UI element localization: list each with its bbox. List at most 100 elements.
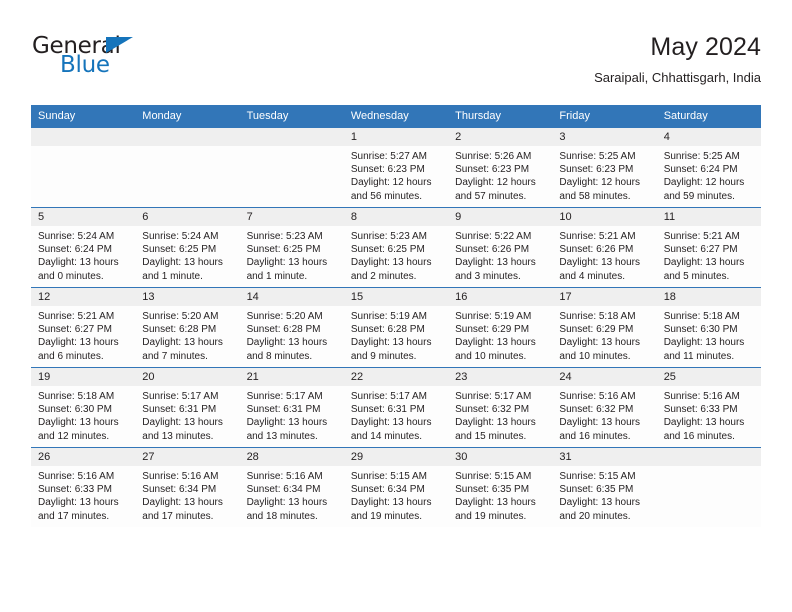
day-details: Sunrise: 5:18 AM Sunset: 6:30 PM Daylight:… [657,306,761,363]
day-details: Sunrise: 5:20 AM Sunset: 6:28 PM Daylight:… [240,306,344,363]
calendar-day[interactable]: 15 Sunrise: 5:19 AM Sunset: 6:28 PM Dayligh… [343,288,449,367]
calendar-cell: 16 Sunrise: 5:19 AM Sunset: 6:29 PM Dayligh… [448,287,553,368]
day-number: 5 [31,208,136,226]
day-number: 25 [656,368,761,386]
sunset-text: Sunset: 6:23 PM [350,164,425,176]
sunrise-text: Sunrise: 5:26 AM [455,151,532,162]
day-details: Sunrise: 5:16 AM Sunset: 6:34 PM Daylight:… [240,466,344,523]
day-number: 24 [552,368,657,386]
daylight-text-line2: and 5 minutes. [663,270,730,282]
sunrise-text: Sunrise: 5:18 AM [559,311,636,322]
sunrise-text: Sunrise: 5:23 AM [350,231,427,242]
daylight-text-line2: and 12 minutes. [38,430,110,442]
daylight-text-line2: and 6 minutes. [38,350,104,362]
calendar-day[interactable]: 31 Sunrise: 5:15 AM Sunset: 6:35 PM Dayligh… [552,448,657,527]
calendar-cell: 18 Sunrise: 5:18 AM Sunset: 6:30 PM Dayligh… [656,287,761,368]
day-number [239,128,344,146]
calendar-day[interactable]: 28 Sunrise: 5:16 AM Sunset: 6:34 PM Dayligh… [239,448,344,527]
calendar-cell: 30 Sunrise: 5:15 AM Sunset: 6:35 PM Dayligh… [448,447,553,527]
daylight-text-line1: Daylight: 13 hours [350,257,432,269]
calendar-day[interactable]: 5 Sunrise: 5:24 AM Sunset: 6:24 PM Daylight… [31,208,136,287]
calendar-cell: 21 Sunrise: 5:17 AM Sunset: 6:31 PM Dayligh… [239,367,344,448]
calendar-day[interactable]: 7 Sunrise: 5:23 AM Sunset: 6:25 PM Daylight… [239,208,344,287]
calendar-day[interactable]: 3 Sunrise: 5:25 AM Sunset: 6:23 PM Daylight… [552,128,657,207]
sunrise-text: Sunrise: 5:27 AM [350,151,427,162]
sunset-text: Sunset: 6:35 PM [455,484,530,496]
day-number: 10 [552,208,657,226]
sunrise-text: Sunrise: 5:18 AM [38,391,115,402]
sunrise-text: Sunrise: 5:21 AM [38,311,115,322]
sunset-text: Sunset: 6:26 PM [455,244,530,256]
calendar-day[interactable]: 21 Sunrise: 5:17 AM Sunset: 6:31 PM Dayligh… [239,368,344,447]
calendar-day[interactable]: 30 Sunrise: 5:15 AM Sunset: 6:35 PM Dayligh… [448,448,553,527]
calendar-day-empty [31,128,136,207]
daylight-text-line2: and 20 minutes. [559,510,631,522]
calendar-cell: 1 Sunrise: 5:27 AM Sunset: 6:23 PM Daylight… [343,127,449,208]
calendar-day[interactable]: 1 Sunrise: 5:27 AM Sunset: 6:23 PM Daylight… [343,128,449,207]
calendar-day[interactable]: 26 Sunrise: 5:16 AM Sunset: 6:33 PM Dayligh… [31,448,136,527]
daylight-text-line2: and 57 minutes. [455,190,527,202]
calendar-cell: 28 Sunrise: 5:16 AM Sunset: 6:34 PM Dayligh… [239,447,344,527]
daylight-text-line1: Daylight: 12 hours [663,177,745,189]
sunset-text: Sunset: 6:27 PM [663,244,738,256]
calendar-day[interactable]: 9 Sunrise: 5:22 AM Sunset: 6:26 PM Daylight… [448,208,553,287]
calendar-day-empty [656,448,761,527]
daylight-text-line2: and 18 minutes. [246,510,318,522]
calendar-cell [656,447,761,527]
sunrise-text: Sunrise: 5:24 AM [142,231,219,242]
sunrise-text: Sunrise: 5:19 AM [350,311,427,322]
calendar-day[interactable]: 18 Sunrise: 5:18 AM Sunset: 6:30 PM Dayligh… [656,288,761,367]
daylight-text-line1: Daylight: 13 hours [38,417,119,429]
calendar-day[interactable]: 11 Sunrise: 5:21 AM Sunset: 6:27 PM Dayligh… [656,208,761,287]
day-details: Sunrise: 5:26 AM Sunset: 6:23 PM Daylight:… [448,146,552,203]
day-details: Sunrise: 5:15 AM Sunset: 6:35 PM Daylight:… [552,466,656,523]
sunrise-text: Sunrise: 5:16 AM [38,471,115,482]
sunset-text: Sunset: 6:34 PM [142,484,217,496]
general-blue-logo[interactable]: General Blue [31,32,181,84]
calendar-cell: 20 Sunrise: 5:17 AM Sunset: 6:31 PM Dayligh… [135,367,240,448]
calendar-day[interactable]: 20 Sunrise: 5:17 AM Sunset: 6:31 PM Dayligh… [135,368,240,447]
day-number: 31 [552,448,657,466]
calendar-day[interactable]: 4 Sunrise: 5:25 AM Sunset: 6:24 PM Daylight… [656,128,761,207]
daylight-text-line1: Daylight: 13 hours [350,497,432,509]
calendar-day-empty [135,128,240,207]
day-number: 18 [656,288,761,306]
calendar-cell: 8 Sunrise: 5:23 AM Sunset: 6:25 PM Daylight… [343,207,449,288]
calendar-day[interactable]: 8 Sunrise: 5:23 AM Sunset: 6:25 PM Daylight… [343,208,449,287]
calendar-day[interactable]: 13 Sunrise: 5:20 AM Sunset: 6:28 PM Dayligh… [135,288,240,367]
daylight-text-line2: and 8 minutes. [246,350,313,362]
calendar-day[interactable]: 22 Sunrise: 5:17 AM Sunset: 6:31 PM Dayligh… [343,368,449,447]
daylight-text-line2: and 10 minutes. [559,350,631,362]
calendar-day[interactable]: 29 Sunrise: 5:15 AM Sunset: 6:34 PM Dayligh… [343,448,449,527]
sunrise-text: Sunrise: 5:16 AM [663,391,740,402]
calendar-day[interactable]: 2 Sunrise: 5:26 AM Sunset: 6:23 PM Daylight… [448,128,553,207]
daylight-text-line2: and 1 minute. [142,270,203,282]
calendar-day[interactable]: 10 Sunrise: 5:21 AM Sunset: 6:26 PM Dayligh… [552,208,657,287]
day-number: 15 [343,288,449,306]
day-details: Sunrise: 5:16 AM Sunset: 6:32 PM Daylight:… [552,386,656,443]
page-subtitle: Saraipali, Chhattisgarh, India [594,70,761,85]
sunset-text: Sunset: 6:31 PM [142,404,217,416]
calendar-cell: 4 Sunrise: 5:25 AM Sunset: 6:24 PM Daylight… [656,127,761,208]
calendar-day[interactable]: 19 Sunrise: 5:18 AM Sunset: 6:30 PM Dayligh… [31,368,136,447]
calendar-day[interactable]: 16 Sunrise: 5:19 AM Sunset: 6:29 PM Dayligh… [448,288,553,367]
daylight-text-line1: Daylight: 13 hours [663,337,745,349]
calendar-day[interactable]: 25 Sunrise: 5:16 AM Sunset: 6:33 PM Dayligh… [656,368,761,447]
sunset-text: Sunset: 6:30 PM [663,324,738,336]
logo-text-blue: Blue [60,52,110,78]
calendar-day[interactable]: 6 Sunrise: 5:24 AM Sunset: 6:25 PM Daylight… [135,208,240,287]
calendar-day[interactable]: 23 Sunrise: 5:17 AM Sunset: 6:32 PM Dayligh… [448,368,553,447]
daylight-text-line1: Daylight: 13 hours [246,417,328,429]
calendar-day[interactable]: 14 Sunrise: 5:20 AM Sunset: 6:28 PM Dayligh… [239,288,344,367]
calendar-day[interactable]: 27 Sunrise: 5:16 AM Sunset: 6:34 PM Dayligh… [135,448,240,527]
day-details: Sunrise: 5:19 AM Sunset: 6:28 PM Daylight:… [344,306,448,363]
calendar-day[interactable]: 12 Sunrise: 5:21 AM Sunset: 6:27 PM Dayligh… [31,288,136,367]
day-number: 19 [31,368,136,386]
calendar-day[interactable]: 24 Sunrise: 5:16 AM Sunset: 6:32 PM Dayligh… [552,368,657,447]
sunrise-text: Sunrise: 5:20 AM [246,311,323,322]
calendar-cell [135,127,240,208]
sunset-text: Sunset: 6:35 PM [559,484,634,496]
day-details: Sunrise: 5:21 AM Sunset: 6:26 PM Daylight:… [552,226,656,283]
calendar-cell: 26 Sunrise: 5:16 AM Sunset: 6:33 PM Dayligh… [31,447,136,527]
calendar-day[interactable]: 17 Sunrise: 5:18 AM Sunset: 6:29 PM Dayligh… [552,288,657,367]
